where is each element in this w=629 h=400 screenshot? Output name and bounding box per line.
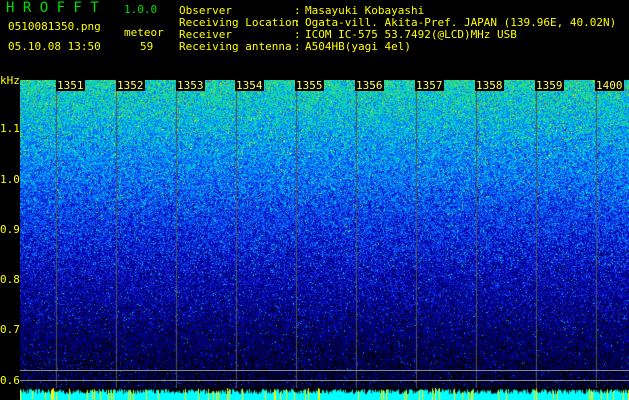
frequency-marker-line (20, 380, 629, 381)
y-tick-label: 0.7 (0, 324, 20, 335)
antenna-value: A504HB(yagi 4el) (305, 41, 411, 53)
meteor-count: 59 (140, 41, 153, 53)
spectrogram (20, 80, 629, 388)
colon: : (294, 41, 301, 53)
time-label: 1355 (295, 80, 324, 91)
antenna-label: Receiving antenna (179, 41, 292, 53)
y-tick-label: 0.9 (0, 224, 20, 235)
frequency-marker-line (20, 370, 629, 371)
meteor-label: meteor (124, 27, 164, 39)
time-label: 1351 (56, 80, 85, 91)
y-tick-label: 1.1 (0, 123, 20, 134)
app-title: H R O F F T (6, 2, 99, 14)
app-version: 1.0.0 (124, 4, 157, 16)
y-tick-label: 0.8 (0, 274, 20, 285)
time-label: 1359 (535, 80, 564, 91)
signal-level-bar (20, 388, 629, 400)
time-label: 1357 (415, 80, 444, 91)
time-label: 1358 (475, 80, 504, 91)
file-name: 0510081350.png (8, 21, 101, 33)
y-tick-label: 1.0 (0, 174, 20, 185)
time-label: 1356 (355, 80, 384, 91)
time-label: 1352 (116, 80, 145, 91)
datetime: 05.10.08 13:50 (8, 41, 101, 53)
time-label: 1400 (595, 80, 624, 91)
y-tick-label: 0.6 (0, 375, 20, 386)
time-label: 1354 (235, 80, 264, 91)
time-label: 1353 (176, 80, 205, 91)
y-axis-unit: kHz (0, 75, 20, 86)
